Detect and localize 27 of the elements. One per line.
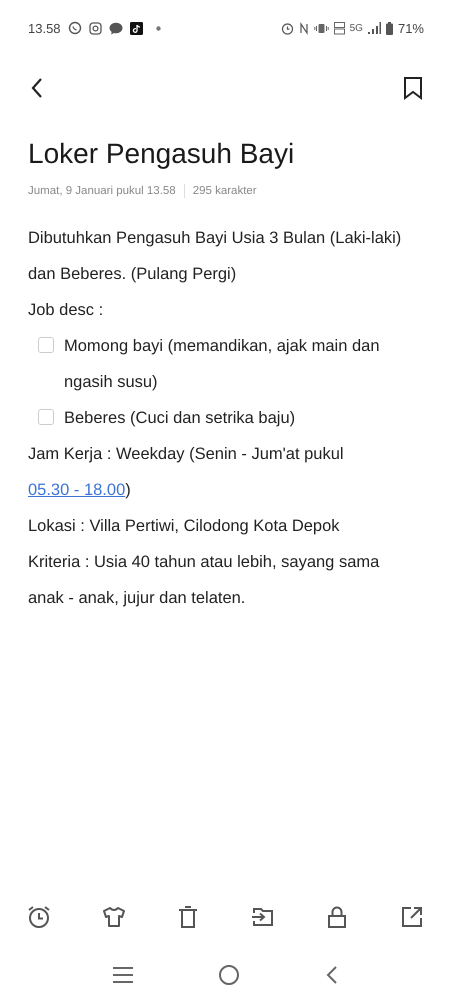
note-paragraph: Lokasi : Villa Pertiwi, Cilodong Kota Depok (28, 516, 341, 537)
vibrate-icon (314, 22, 329, 34)
checkbox[interactable] (38, 337, 54, 353)
alarm-icon (280, 22, 294, 34)
note-title: Loker Pengasuh Bayi (28, 138, 296, 170)
signal-icon (368, 22, 381, 34)
note-paragraph: Kriteria : Usia 40 tahun atau lebih, sayang sama anak - anak, jujur dan telaten. (28, 552, 380, 609)
battery-level: 71% (398, 20, 424, 36)
note-paragraph: Job desc : (28, 300, 104, 321)
checklist-item: Momong bayi (memandikan, ajak main dan ngasih susu) (63, 336, 380, 393)
time-link[interactable]: 05.30 - 18.00 (28, 481, 126, 499)
nfc-icon (298, 22, 309, 34)
network-label: 5G (350, 22, 363, 34)
back-icon[interactable] (30, 77, 44, 99)
chat-bubble-icon (108, 22, 123, 34)
clock-time: 13.58 (28, 20, 61, 36)
phone-chat-icon (68, 21, 82, 35)
note-date: Jumat, 9 Januari pukul 13.58 (28, 185, 176, 197)
checklist-item: Beberes (Cuci dan setrika baju) (63, 408, 296, 429)
battery-icon (386, 22, 393, 34)
note-paragraph: Dibutuhkan Pengasuh Bayi Usia 3 Bulan (Laki-laki) dan Beberes. (Pulang Pergi) (28, 228, 402, 285)
character-count: 295 karakter (192, 185, 257, 197)
dot-icon (156, 26, 161, 30)
checkbox[interactable] (38, 409, 54, 425)
music-note-icon (130, 22, 143, 34)
camera-icon (88, 22, 102, 34)
note-paragraph: Jam Kerja : Weekday (Senin - Jum'at pukul 05.30 - 18.00) (28, 444, 345, 501)
